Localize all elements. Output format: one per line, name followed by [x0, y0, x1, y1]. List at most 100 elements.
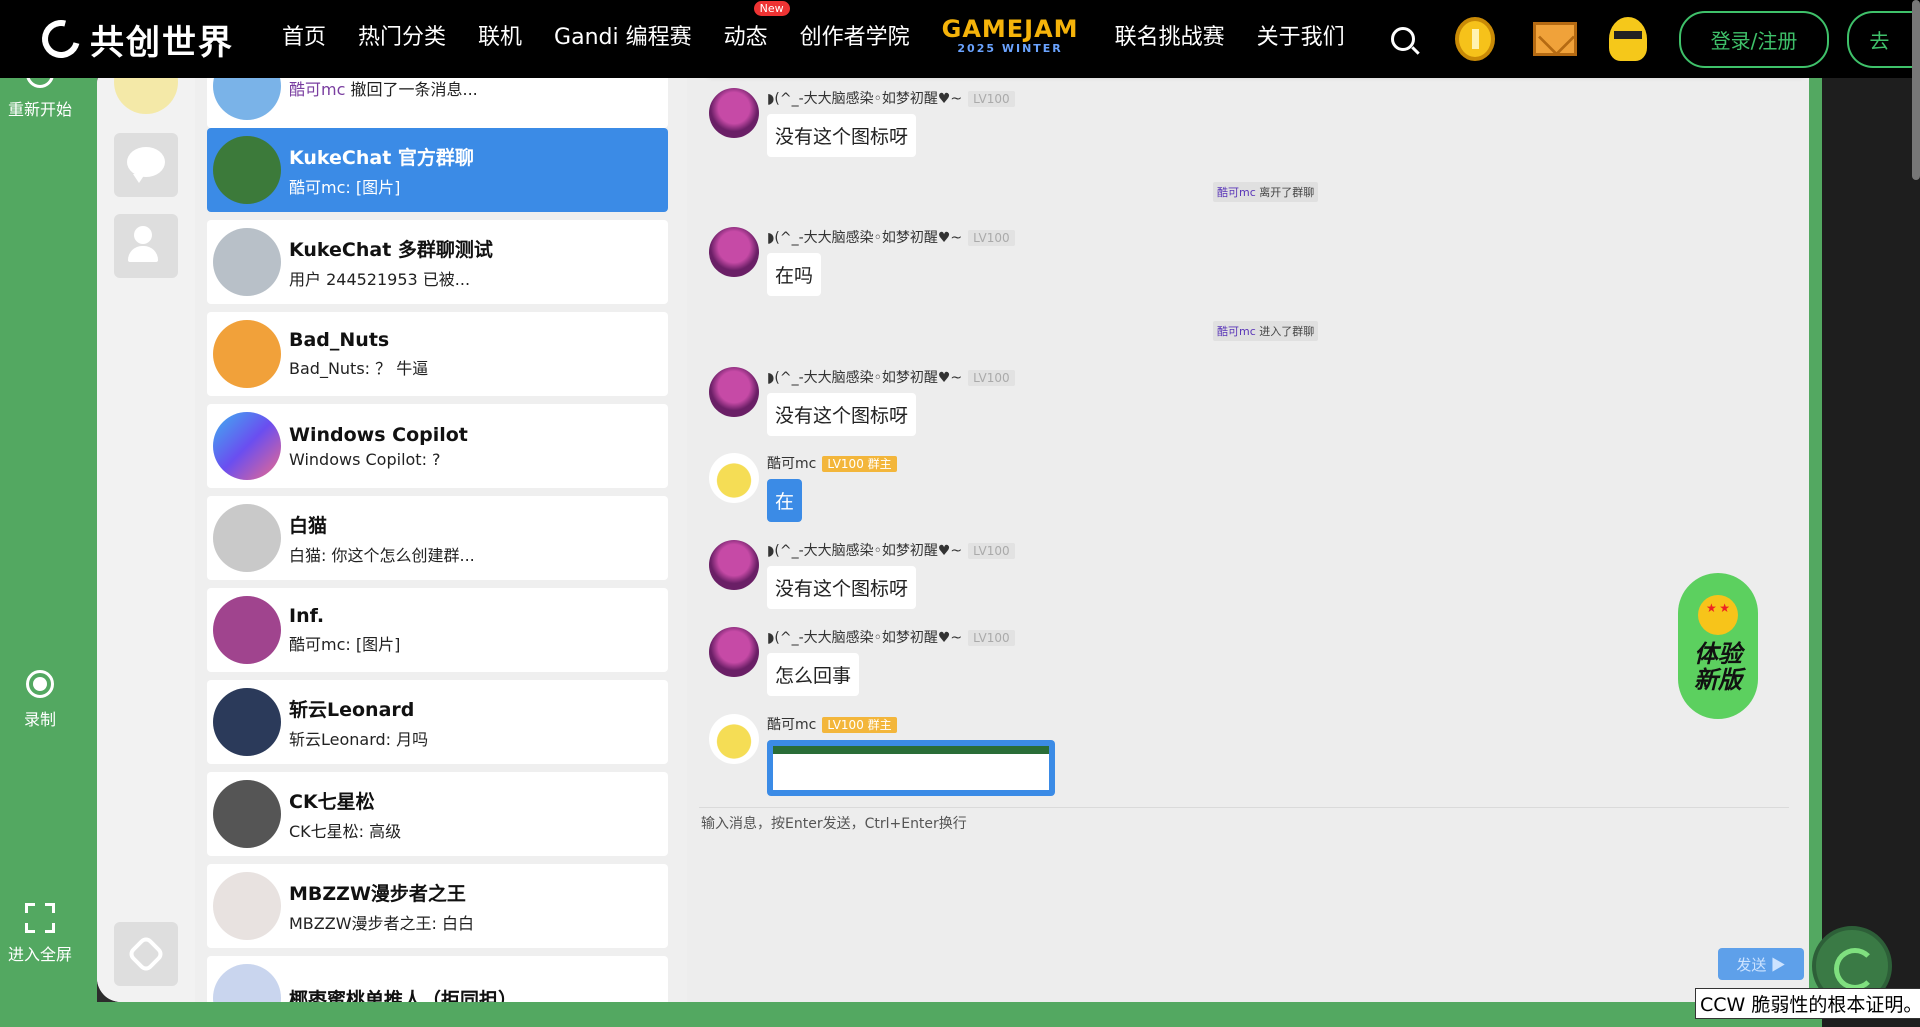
sender-avatar[interactable]: [709, 714, 759, 764]
mail-icon[interactable]: [1532, 22, 1577, 56]
sender-avatar[interactable]: [709, 88, 759, 138]
conversation-avatar: [213, 504, 281, 572]
nav-gandi-contest[interactable]: Gandi 编程赛: [554, 19, 692, 59]
sender-avatar[interactable]: [709, 453, 759, 503]
sender-avatar[interactable]: [709, 367, 759, 417]
try-new-line2: 新版: [1694, 666, 1742, 694]
try-new-version-button[interactable]: 体验 新版: [1678, 573, 1758, 719]
system-notice: 酷可mc 进入了群聊: [1213, 321, 1319, 341]
link-tab[interactable]: [114, 922, 178, 986]
gamejam-subtitle: 2025 WINTER: [957, 42, 1063, 55]
cutoff-nav-button[interactable]: 去: [1847, 10, 1918, 68]
chats-tab[interactable]: [114, 133, 178, 197]
message: ◗(^_-大大脑感染◦如梦初醒♥~ LV100 没有这个图标呀: [709, 88, 1015, 157]
nav-academy[interactable]: 创作者学院: [800, 19, 910, 59]
conversation-item[interactable]: 斩云Leonard 斩云Leonard: 月吗: [207, 680, 668, 764]
sender-line: ◗(^_-大大脑感染◦如梦初醒♥~ LV100: [767, 367, 1015, 387]
own-message: 酷可mc LV100 群主 在: [709, 453, 897, 522]
own-message: 酷可mc LV100 群主: [709, 714, 1055, 796]
conversation-list: 酷可mc 撤回了一条消息... KukeChat 官方群聊 酷可mc: [图片] …: [195, 60, 687, 1002]
notice-text: 进入了群聊: [1255, 325, 1315, 338]
search-icon[interactable]: [1390, 27, 1415, 51]
conversation-preview: 用户 244521953 已被...: [289, 269, 471, 289]
conversation-preview: 酷可mc: [图片]: [289, 635, 401, 654]
nav-feed-label: 动态: [723, 25, 768, 50]
sender-name: 酷可mc: [767, 717, 817, 733]
image-message[interactable]: [767, 740, 1055, 796]
level-badge: LV100: [968, 230, 1015, 246]
nav-feed[interactable]: 动态 New: [723, 1, 790, 59]
nav-online[interactable]: 联机: [478, 19, 522, 59]
message-bubble: 怎么回事: [767, 653, 860, 696]
nav-links: 首页 热门分类 联机 Gandi 编程赛 动态 New 创作者学院 GAMEJAM…: [282, 1, 1377, 59]
conversation-item[interactable]: MBZZW漫步者之王 MBZZW漫步者之王: 白白: [207, 864, 668, 948]
logo-icon: [35, 13, 87, 65]
conversation-preview: Bad_Nuts: ？ 牛逼: [289, 359, 429, 378]
nav-categories[interactable]: 热门分类: [358, 19, 446, 59]
nav-about[interactable]: 关于我们: [1257, 19, 1345, 59]
message: ◗(^_-大大脑感染◦如梦初醒♥~ LV100 在吗: [709, 227, 1015, 296]
conversation-preview: Windows Copilot: ?: [289, 449, 441, 469]
sender-avatar[interactable]: [709, 627, 759, 677]
preview-sender: 酷可mc: [289, 80, 346, 99]
fullscreen-label: 进入全屏: [7, 945, 72, 964]
gamejam-title: GAMEJAM: [941, 15, 1079, 43]
message: ◗(^_-大大脑感染◦如梦初醒♥~ LV100 没有这个图标呀: [709, 540, 1015, 609]
contacts-tab[interactable]: [114, 214, 178, 278]
notice-user: 酷可mc: [1217, 186, 1256, 199]
record-tool[interactable]: 录制: [0, 670, 80, 730]
conversation-item[interactable]: KukeChat 多群聊测试 用户 244521953 已被...: [207, 220, 668, 304]
nav-collab-challenge[interactable]: 联名挑战赛: [1115, 19, 1225, 59]
conversation-preview: 白猫: 你这个怎么创建群...: [289, 545, 475, 565]
level-badge: LV100: [968, 370, 1015, 386]
conversation-name: MBZZW漫步者之王: [289, 882, 466, 905]
conversation-name: KukeChat 官方群聊: [289, 146, 474, 169]
coin-icon[interactable]: [1454, 17, 1495, 61]
sender-avatar[interactable]: [709, 227, 759, 277]
conversation-avatar: [213, 320, 281, 388]
fullscreen-tool[interactable]: 进入全屏: [0, 903, 80, 965]
system-notice: 酷可mc 离开了群聊: [1213, 182, 1319, 202]
message-input[interactable]: 输入消息，按Enter发送，Ctrl+Enter换行: [701, 813, 967, 833]
conversation-preview: MBZZW漫步者之王: 白白: [289, 913, 475, 933]
conversation-item[interactable]: 白猫 白猫: 你这个怎么创建群...: [207, 496, 668, 580]
input-divider: [699, 807, 1789, 808]
sender-avatar[interactable]: [709, 540, 759, 590]
notice-text: 离开了群聊: [1255, 186, 1315, 199]
conversation-name: Inf.: [289, 605, 325, 627]
star-eyes-emoji-icon: [1698, 595, 1738, 635]
sender-line: 酷可mc LV100 群主: [767, 714, 1055, 734]
conversation-preview: 酷可mc 撤回了一条消息...: [289, 76, 478, 100]
message: ◗(^_-大大脑感染◦如梦初醒♥~ LV100 怎么回事: [709, 627, 1015, 696]
sender-name: ◗(^_-大大脑感染◦如梦初醒♥~: [767, 230, 963, 246]
send-button[interactable]: 发送 ▶: [1718, 948, 1804, 980]
conversation-item[interactable]: 椰枣蜜桃单推人（拒同担）: [207, 956, 668, 1002]
new-badge: New: [753, 1, 790, 16]
nav-icons: 登录/注册 去: [1390, 10, 1918, 68]
chat-pane: ◗(^_-大大脑感染◦如梦初醒♥~ LV100 没有这个图标呀 酷可mc 离开了群…: [687, 60, 1822, 1002]
sender-line: ◗(^_-大大脑感染◦如梦初醒♥~ LV100: [767, 627, 1015, 647]
page-scrollbar[interactable]: [1912, 0, 1920, 180]
conversation-item[interactable]: Windows Copilot Windows Copilot: ?: [207, 404, 668, 488]
conversation-item[interactable]: Inf. 酷可mc: [图片]: [207, 588, 668, 672]
message: ◗(^_-大大脑感染◦如梦初醒♥~ LV100 没有这个图标呀: [709, 367, 1015, 436]
login-register-button[interactable]: 登录/注册: [1678, 10, 1830, 68]
level-badge: LV100: [968, 91, 1015, 107]
nav-home[interactable]: 首页: [282, 19, 326, 59]
conversation-name: 斩云Leonard: [289, 698, 415, 721]
conversation-avatar: [213, 228, 281, 296]
conversation-item-active[interactable]: KukeChat 官方群聊 酷可mc: [图片]: [207, 128, 668, 212]
conversation-name: CK七星松: [289, 790, 375, 813]
sender-line: ◗(^_-大大脑感染◦如梦初醒♥~ LV100: [767, 540, 1015, 560]
notice-user: 酷可mc: [1217, 325, 1256, 338]
site-logo[interactable]: 共创世界: [35, 13, 234, 65]
message-bubble: 没有这个图标呀: [767, 114, 917, 157]
top-navigation: 共创世界 首页 热门分类 联机 Gandi 编程赛 动态 New 创作者学院 GA…: [0, 0, 1920, 78]
gamejam-banner[interactable]: GAMEJAM 2025 WINTER: [941, 15, 1079, 59]
owner-badge: LV100 群主: [822, 717, 897, 733]
link-icon: [126, 934, 166, 974]
chat-app: 酷可mc 撤回了一条消息... KukeChat 官方群聊 酷可mc: [图片] …: [97, 60, 1822, 1002]
lightbulb-icon[interactable]: [1608, 17, 1647, 61]
conversation-item[interactable]: Bad_Nuts Bad_Nuts: ？ 牛逼: [207, 312, 668, 396]
conversation-item[interactable]: CK七星松 CK七星松: 高级: [207, 772, 668, 856]
